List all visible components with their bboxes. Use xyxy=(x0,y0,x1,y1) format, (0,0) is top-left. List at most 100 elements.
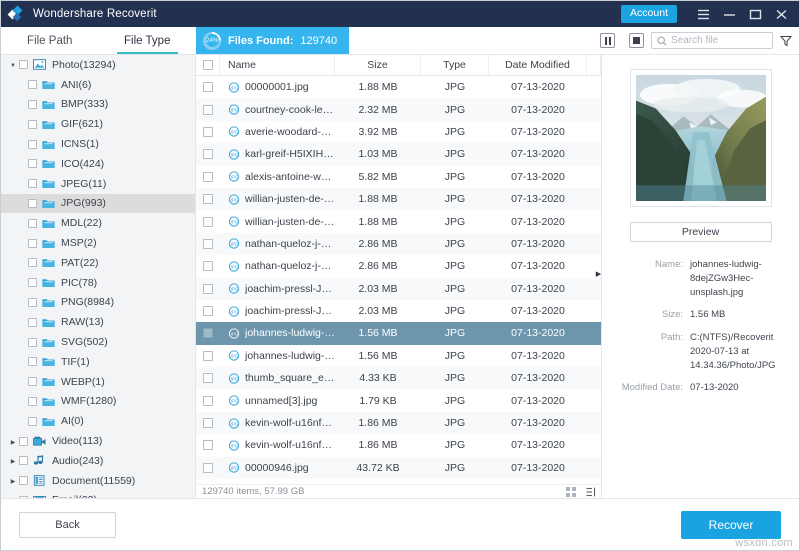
sidebar-item-jpeg-11[interactable]: JPEG(11) xyxy=(1,174,195,194)
table-row[interactable]: JPG johannes-ludwig-8dejZGw3Hec-unsp... 1.… xyxy=(196,345,601,367)
sidebar-item-mdl-22[interactable]: MDL(22) xyxy=(1,213,195,233)
account-button[interactable]: Account xyxy=(621,4,677,24)
sidebar-item-checkbox[interactable] xyxy=(19,456,28,466)
table-row[interactable]: JPG nathan-queloz-j-6DIZvguFc-unsplash...… xyxy=(196,232,601,256)
sidebar-item-jpg-993[interactable]: JPG(993) xyxy=(1,193,195,214)
sidebar-item-checkbox[interactable] xyxy=(28,139,37,149)
sidebar-item-audio-243[interactable]: Audio(243) xyxy=(1,451,195,471)
sidebar-item-png-8984[interactable]: PNG(8984) xyxy=(1,293,195,313)
collapse-panel-icon[interactable]: ▶ xyxy=(595,267,602,281)
column-header-date-modified[interactable]: Date Modified xyxy=(489,55,587,75)
chevron-down-icon[interactable] xyxy=(7,60,19,69)
tab-file-type[interactable]: File Type xyxy=(99,27,197,54)
row-checkbox[interactable] xyxy=(196,345,220,367)
sidebar-item-checkbox[interactable] xyxy=(28,357,37,367)
sidebar-item-checkbox[interactable] xyxy=(28,396,37,406)
sidebar-item-checkbox[interactable] xyxy=(28,119,37,129)
table-row[interactable]: JPG johannes-ludwig-8dejZGw3Hec-unsp... 1.… xyxy=(196,322,601,345)
sidebar-item-checkbox[interactable] xyxy=(28,337,37,347)
row-checkbox[interactable] xyxy=(196,412,220,434)
table-row[interactable]: JPG karl-greif-H5IXIH254AU-unsplash.jpg 1.… xyxy=(196,143,601,166)
sidebar-item-svg-502[interactable]: SVG(502) xyxy=(1,332,195,352)
file-list-rows[interactable]: JPG 00000001.jpg 1.88 MB JPG 07-13-2020 JPG co… xyxy=(196,76,601,484)
row-checkbox[interactable] xyxy=(196,322,220,344)
table-row[interactable]: JPG willian-justen-de-vasconcellos-65Ga..… xyxy=(196,187,601,211)
recover-button[interactable]: Recover xyxy=(681,510,781,539)
list-view-icon[interactable] xyxy=(581,487,601,497)
sidebar-item-checkbox[interactable] xyxy=(28,238,37,248)
row-checkbox[interactable] xyxy=(196,76,220,98)
sidebar-item-checkbox[interactable] xyxy=(19,60,28,70)
maximize-icon[interactable] xyxy=(743,3,767,25)
select-all-checkbox[interactable] xyxy=(196,55,220,75)
filter-button[interactable] xyxy=(773,27,799,54)
chevron-right-icon[interactable] xyxy=(7,476,19,485)
close-icon[interactable] xyxy=(769,3,793,25)
sidebar-item-checkbox[interactable] xyxy=(28,258,37,268)
row-checkbox[interactable] xyxy=(196,434,220,456)
hamburger-icon[interactable] xyxy=(691,3,715,25)
row-checkbox[interactable] xyxy=(196,300,220,322)
sidebar-item-checkbox[interactable] xyxy=(28,278,37,288)
row-checkbox[interactable] xyxy=(196,278,220,300)
sidebar-item-icns-1[interactable]: ICNS(1) xyxy=(1,134,195,154)
sidebar-item-checkbox[interactable] xyxy=(28,198,37,208)
row-checkbox[interactable] xyxy=(196,188,220,210)
sidebar-item-checkbox[interactable] xyxy=(19,436,28,446)
row-checkbox[interactable] xyxy=(196,210,220,232)
sidebar-item-ani-6[interactable]: ANI(6) xyxy=(1,75,195,95)
table-row[interactable]: JPG nathan-queloz-j-6DIZvguFc-unsplash...… xyxy=(196,255,601,277)
search-box[interactable] xyxy=(651,32,773,49)
row-checkbox[interactable] xyxy=(196,389,220,411)
sidebar-item-document-11559[interactable]: Document(11559) xyxy=(1,471,195,491)
table-row[interactable]: JPG 00000946.jpg 43.72 KB JPG 07-13-2020 xyxy=(196,456,601,480)
sidebar-item-checkbox[interactable] xyxy=(28,218,37,228)
sidebar-item-checkbox[interactable] xyxy=(28,179,37,189)
sidebar-item-checkbox[interactable] xyxy=(28,317,37,327)
row-checkbox[interactable] xyxy=(196,255,220,277)
stop-button[interactable] xyxy=(629,33,644,48)
table-row[interactable]: JPG unnamed[3].jpg 1.79 KB JPG 07-13-2020 xyxy=(196,389,601,411)
row-checkbox[interactable] xyxy=(196,121,220,143)
sidebar-item-checkbox[interactable] xyxy=(28,377,37,387)
column-header-type[interactable]: Type xyxy=(421,55,489,75)
sidebar-item-ai-0[interactable]: AI(0) xyxy=(1,411,195,431)
chevron-right-icon[interactable] xyxy=(7,437,19,446)
tab-file-path[interactable]: File Path xyxy=(1,27,99,54)
sidebar-item-pat-22[interactable]: PAT(22) xyxy=(1,253,195,273)
sidebar-item-photo-13294[interactable]: Photo(13294) xyxy=(1,55,195,75)
table-row[interactable]: JPG joachim-pressl-JqeVO91m1Go-unspl... 2.… xyxy=(196,277,601,300)
sidebar-item-tif-1[interactable]: TIF(1) xyxy=(1,352,195,372)
sidebar-item-webp-1[interactable]: WEBP(1) xyxy=(1,372,195,392)
sidebar-item-msp-2[interactable]: MSP(2) xyxy=(1,233,195,253)
sidebar-item-email-23[interactable]: Email(23) xyxy=(1,491,195,498)
sidebar-item-wmf-1280[interactable]: WMF(1280) xyxy=(1,392,195,412)
table-row[interactable]: JPG kevin-wolf-u16nfw2JUCQ-unsplash.jpg 1.… xyxy=(196,411,601,435)
table-row[interactable]: JPG willian-justen-de-vasconcellos-6SGa..… xyxy=(196,210,601,232)
sidebar-item-ico-424[interactable]: ICO(424) xyxy=(1,154,195,174)
sidebar-item-raw-13[interactable]: RAW(13) xyxy=(1,312,195,332)
file-type-tree[interactable]: Photo(13294) ANI(6) BMP(333) GIF(621) ICNS(1… xyxy=(1,55,196,498)
sidebar-item-pic-78[interactable]: PIC(78) xyxy=(1,273,195,293)
table-row[interactable]: JPG joachim-pressl-JqeVO91m1Go-unspl... 2.… xyxy=(196,300,601,322)
table-row[interactable]: JPG alexis-antoine-wvWwItCssr8-unsplas...… xyxy=(196,166,601,188)
table-row[interactable]: JPG courtney-cook-le7D9QFiPr8-unsplas... 2… xyxy=(196,98,601,121)
table-row[interactable]: JPG averie-woodard-4nulm-JUYFo-unspla... 3… xyxy=(196,121,601,143)
sidebar-item-video-113[interactable]: Video(113) xyxy=(1,431,195,451)
row-checkbox[interactable] xyxy=(196,98,220,120)
chevron-right-icon[interactable] xyxy=(7,456,19,465)
row-checkbox[interactable] xyxy=(196,143,220,165)
sidebar-item-checkbox[interactable] xyxy=(28,297,37,307)
search-input[interactable] xyxy=(671,35,767,46)
sidebar-item-gif-621[interactable]: GIF(621) xyxy=(1,114,195,134)
sidebar-item-checkbox[interactable] xyxy=(28,99,37,109)
column-header-size[interactable]: Size xyxy=(335,55,421,75)
column-header-name[interactable]: Name xyxy=(220,55,335,75)
table-row[interactable]: JPG kevin-wolf-u16nfw2JUCQ-unsplash.jpg 1.… xyxy=(196,434,601,456)
minimize-icon[interactable] xyxy=(717,3,741,25)
sidebar-item-checkbox[interactable] xyxy=(19,476,28,486)
row-checkbox[interactable] xyxy=(196,166,220,188)
sidebar-item-checkbox[interactable] xyxy=(28,80,37,90)
row-checkbox[interactable] xyxy=(196,233,220,255)
table-row[interactable]: JPG thumb_square_e7b114f438afdd40e0... 4.3… xyxy=(196,367,601,390)
